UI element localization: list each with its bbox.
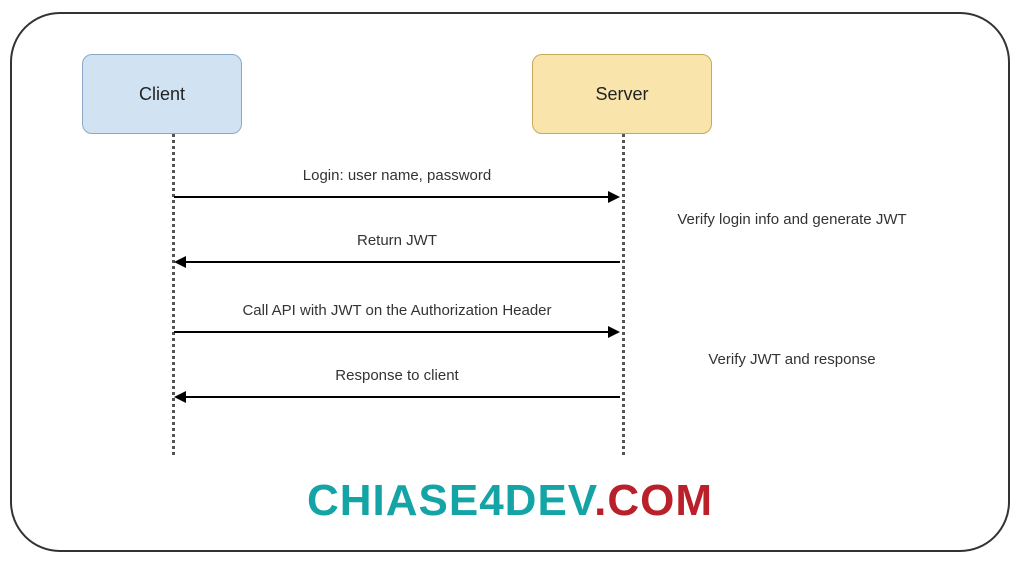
server-label: Server [595, 84, 648, 105]
diagram-frame: Client Server Login: user name, password… [10, 12, 1010, 552]
participant-server: Server [532, 54, 712, 134]
arrow-label-login: Login: user name, password [174, 167, 620, 184]
arrow-call-api: Call API with JWT on the Authorization H… [174, 324, 620, 340]
arrow-return-jwt: Return JWT [174, 254, 620, 270]
participant-client: Client [82, 54, 242, 134]
watermark-tld: .COM [594, 476, 713, 525]
arrow-response: Response to client [174, 389, 620, 405]
note-verify-jwt: Verify JWT and response [652, 349, 932, 370]
arrow-label-call-api: Call API with JWT on the Authorization H… [174, 302, 620, 319]
watermark-main: CHIASE4DEV [307, 476, 594, 525]
arrow-login-request: Login: user name, password [174, 189, 620, 205]
arrow-label-return-jwt: Return JWT [174, 232, 620, 249]
lifeline-server [622, 134, 625, 455]
arrow-label-response: Response to client [174, 367, 620, 384]
watermark: CHIASE4DEV.COM [12, 476, 1008, 526]
client-label: Client [139, 84, 185, 105]
note-verify-login: Verify login info and generate JWT [652, 209, 932, 230]
